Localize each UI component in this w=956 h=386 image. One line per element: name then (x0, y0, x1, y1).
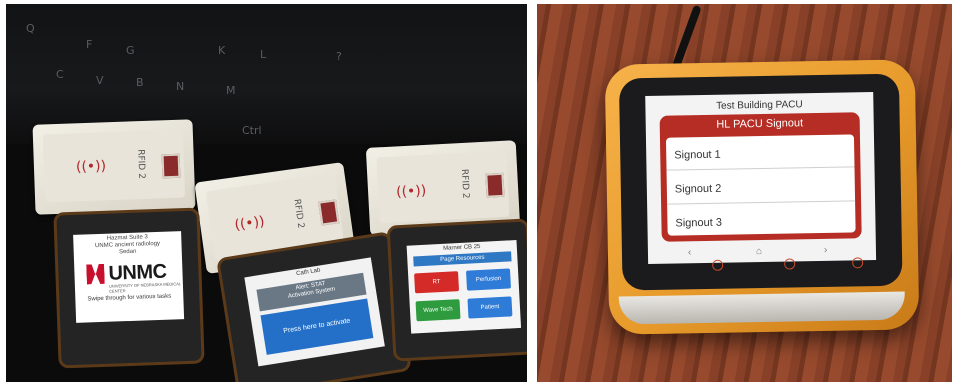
screen-footer: Swipe through for various tasks (87, 293, 172, 303)
list-item[interactable]: Signout 3 (675, 217, 722, 230)
device-screen: Marner CB 25 Page Resources RT Perfusion… (406, 240, 522, 334)
rt-button[interactable]: RT (414, 271, 460, 294)
rfid-clip (485, 172, 505, 198)
device-screen: Hazmat Suite 3 UNMC ancient radiology Se… (73, 231, 185, 323)
keyboard-key: L (260, 48, 267, 61)
panel-header: HL PACU Signout (716, 117, 804, 131)
keyboard-key: F (86, 38, 93, 51)
keyboard-key: Q (26, 22, 35, 35)
keyboard-key: K (218, 44, 226, 57)
device-face: Test Building PACU HL PACU Signout Signo… (618, 73, 903, 291)
unmc-logo-icon (86, 264, 105, 285)
device-screen: Test Building PACU HL PACU Signout Signo… (645, 92, 877, 264)
photo-divider (529, 0, 535, 386)
keyboard-key: B (136, 76, 144, 89)
rfid-clip (161, 153, 181, 179)
screen-title: Test Building PACU (716, 99, 803, 112)
device-3: Marner CB 25 Page Resources RT Perfusion… (386, 218, 527, 362)
device-orange: Test Building PACU HL PACU Signout Signo… (604, 59, 920, 335)
home-icon[interactable]: ⌂ (756, 246, 762, 257)
chevron-right-icon[interactable]: › (824, 245, 828, 256)
right-photo: Test Building PACU HL PACU Signout Signo… (537, 4, 952, 382)
logo-subtext: UNIVERSITY OF NEBRASKA MEDICAL CENTER (108, 281, 181, 294)
button-left[interactable] (712, 259, 724, 271)
nav-row: ‹ ⌂ › (648, 244, 876, 260)
keyboard-key: M (226, 84, 236, 97)
rfid-wave-icon: ((•)) (75, 158, 107, 176)
keyboard-key: V (96, 74, 104, 87)
chevron-left-icon[interactable]: ‹ (688, 247, 692, 258)
keyboard-key: Ctrl (242, 124, 262, 137)
patient-button[interactable]: Patient (467, 296, 513, 319)
keyboard-key: C (56, 68, 64, 81)
rfid-module: ((•)) RFID 2 (32, 119, 196, 215)
left-photo: Q F G K L ? C V B N M Ctrl ((•)) RFID 2 … (6, 4, 527, 382)
keyboard-key: G (126, 44, 135, 57)
page-resources-bar: Page Resources (413, 251, 512, 267)
signout-list: Signout 1 Signout 2 Signout 3 (665, 134, 856, 236)
rfid-label: RFID 2 (135, 149, 147, 180)
list-item[interactable]: Signout 1 (674, 149, 721, 162)
rfid-label: RFID 2 (458, 168, 471, 199)
device-base (618, 291, 906, 325)
keyboard-key: N (176, 80, 185, 93)
signout-panel: HL PACU Signout Signout 1 Signout 2 Sign… (659, 112, 862, 242)
list-item[interactable]: Signout 2 (675, 183, 722, 196)
device-2: Cath Lab Alert: STAT Activation System P… (216, 231, 412, 382)
button-right[interactable] (852, 257, 864, 269)
device-1: Hazmat Suite 3 UNMC ancient radiology Se… (53, 207, 205, 369)
button-middle[interactable] (784, 258, 796, 270)
perfusion-button[interactable]: Perfusion (465, 268, 511, 291)
keyboard-key: ? (336, 50, 342, 63)
rfid-wave-icon: ((•)) (395, 182, 427, 201)
device-screen: Cath Lab Alert: STAT Activation System P… (244, 257, 385, 367)
wave-tech-button[interactable]: Wave Tech (415, 299, 461, 322)
rfid-clip (318, 199, 340, 226)
